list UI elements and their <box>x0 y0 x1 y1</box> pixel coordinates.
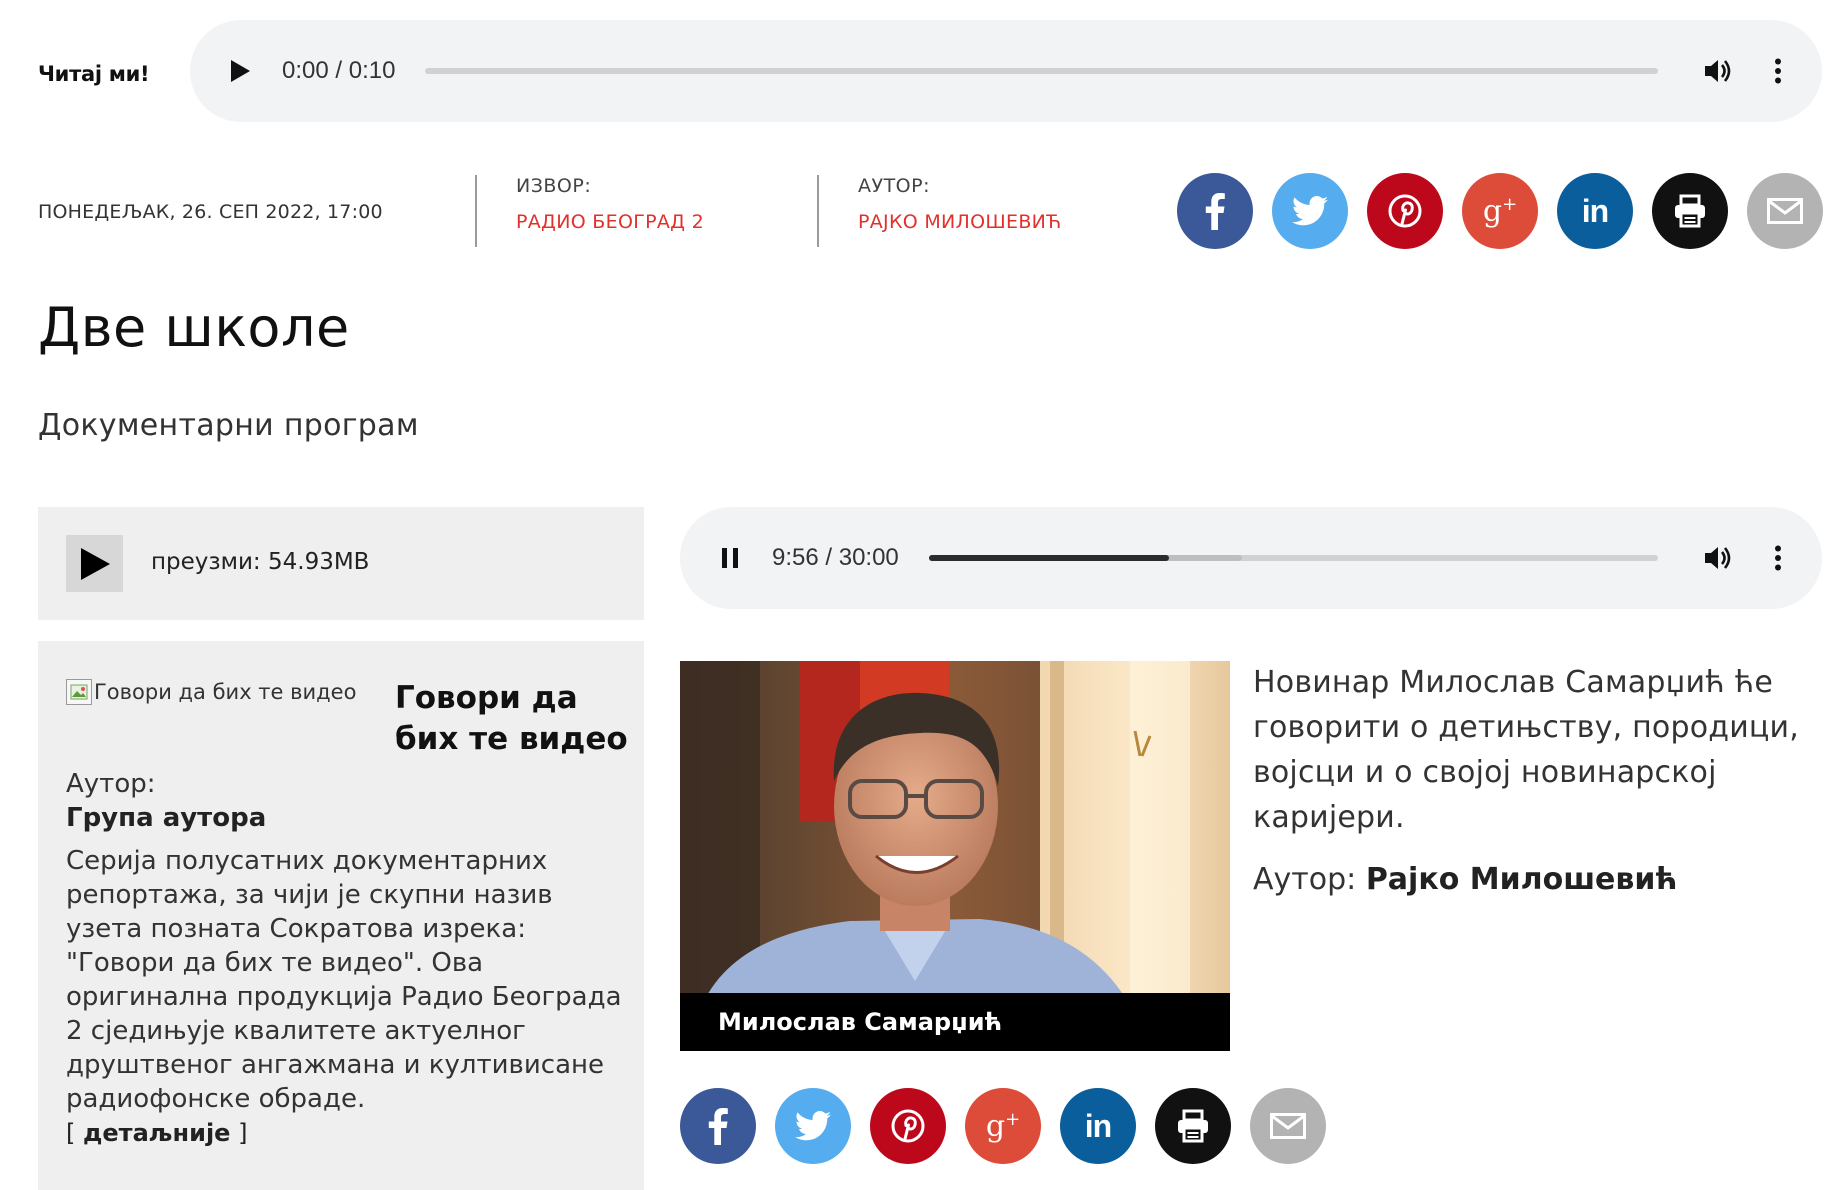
more-vertical-icon <box>1775 545 1781 571</box>
show-author-name: Група аутора <box>66 803 267 833</box>
more-vertical-icon <box>1775 58 1781 84</box>
share-pinterest-button[interactable] <box>870 1088 946 1164</box>
email-icon <box>1270 1113 1306 1139</box>
more-options-button[interactable] <box>1758 538 1798 578</box>
photo-caption: Милослав Самарџић <box>680 993 1230 1051</box>
share-bar-top: g+ in <box>1177 173 1823 249</box>
more-options-button[interactable] <box>1758 51 1798 91</box>
show-description-text: Серија полусатних документарних репортаж… <box>66 846 622 1114</box>
twitter-icon <box>795 1111 831 1141</box>
facebook-icon <box>708 1108 728 1145</box>
show-more-link[interactable]: [ детаљније ] <box>66 1119 247 1147</box>
volume-button[interactable] <box>1698 51 1738 91</box>
read-to-me-label: Читај ми! <box>38 62 150 86</box>
share-google-plus-button[interactable]: g+ <box>1462 173 1538 249</box>
episode-audio-player[interactable]: 9:56 / 30:00 <box>680 507 1822 609</box>
meta-divider <box>817 175 819 247</box>
linkedin-icon: in <box>1581 192 1609 229</box>
download-play-button[interactable] <box>66 535 123 592</box>
share-email-button[interactable] <box>1250 1088 1326 1164</box>
share-facebook-button[interactable] <box>1177 173 1253 249</box>
twitter-icon <box>1292 196 1328 226</box>
page-title: Две школе <box>38 296 350 359</box>
audio-seek-bar[interactable] <box>425 68 1658 74</box>
share-email-button[interactable] <box>1747 173 1823 249</box>
pause-button[interactable] <box>710 538 750 578</box>
article-author-label: Аутор: <box>1253 862 1357 897</box>
publish-date: ПОНЕДЕЉАК, 26. СЕП 2022, 17:00 <box>38 201 383 223</box>
share-pinterest-button[interactable] <box>1367 173 1443 249</box>
google-plus-icon: g+ <box>985 1108 1021 1144</box>
pause-icon <box>722 548 738 568</box>
audio-time: 0:00 / 0:10 <box>282 57 396 84</box>
share-google-plus-button[interactable]: g+ <box>965 1088 1041 1164</box>
show-author-label: Аутор: <box>66 769 156 799</box>
linkedin-icon: in <box>1084 1107 1112 1144</box>
article-body: Новинар Милослав Самарџић ће говорити о … <box>1253 665 1799 835</box>
share-facebook-button[interactable] <box>680 1088 756 1164</box>
share-linkedin-button[interactable]: in <box>1557 173 1633 249</box>
print-icon <box>1178 1109 1208 1143</box>
show-title[interactable]: Говори да бих те видео <box>395 678 635 760</box>
share-twitter-button[interactable] <box>1272 173 1348 249</box>
download-link[interactable]: преузми: 54.93MB <box>151 549 369 575</box>
print-button[interactable] <box>1155 1088 1231 1164</box>
audio-progress-fill <box>928 555 1170 561</box>
volume-icon <box>1705 547 1731 569</box>
author-label: АУТОР: <box>858 175 930 197</box>
bracket-open: [ <box>66 1119 83 1147</box>
audio-seek-bar[interactable] <box>928 555 1658 561</box>
article-author-name: Рајко Милошевић <box>1365 862 1678 897</box>
article-photo <box>680 661 1230 1050</box>
portrait-illustration <box>680 661 1230 1050</box>
play-icon <box>231 60 250 82</box>
show-info-box: Говори да бих те видео Говори да бих те … <box>38 641 644 1190</box>
print-icon <box>1675 194 1705 228</box>
email-icon <box>1767 198 1803 224</box>
volume-icon <box>1705 60 1731 82</box>
share-linkedin-button[interactable]: in <box>1060 1088 1136 1164</box>
print-button[interactable] <box>1652 173 1728 249</box>
source-link[interactable]: РАДИО БЕОГРАД 2 <box>516 211 704 233</box>
share-twitter-button[interactable] <box>775 1088 851 1164</box>
pinterest-icon <box>891 1109 925 1143</box>
show-image-alt-text: Говори да бих те видео <box>94 680 357 704</box>
article-author: Аутор: Рајко Милошевић <box>1253 862 1677 897</box>
share-bar-bottom: g+ in <box>680 1088 1326 1164</box>
download-box: преузми: 54.93MB <box>38 507 644 620</box>
meta-divider <box>475 175 477 247</box>
play-button[interactable] <box>220 51 260 91</box>
facebook-icon <box>1205 193 1225 230</box>
source-label: ИЗВОР: <box>516 175 592 197</box>
broken-image-icon <box>66 679 92 705</box>
show-image-broken: Говори да бих те видео <box>66 679 356 705</box>
audio-time: 9:56 / 30:00 <box>772 544 899 571</box>
author-link[interactable]: РАЈКО МИЛОШЕВИЋ <box>858 211 1061 233</box>
pinterest-icon <box>1388 194 1422 228</box>
category-label: Документарни програм <box>38 408 419 443</box>
bracket-close: ] <box>230 1119 248 1147</box>
show-more-label[interactable]: детаљније <box>83 1119 230 1147</box>
read-to-me-audio-player[interactable]: 0:00 / 0:10 <box>190 20 1822 122</box>
volume-button[interactable] <box>1698 538 1738 578</box>
show-description: Серија полусатних документарних репортаж… <box>66 844 626 1150</box>
play-icon <box>80 547 110 580</box>
google-plus-icon: g+ <box>1482 193 1518 229</box>
